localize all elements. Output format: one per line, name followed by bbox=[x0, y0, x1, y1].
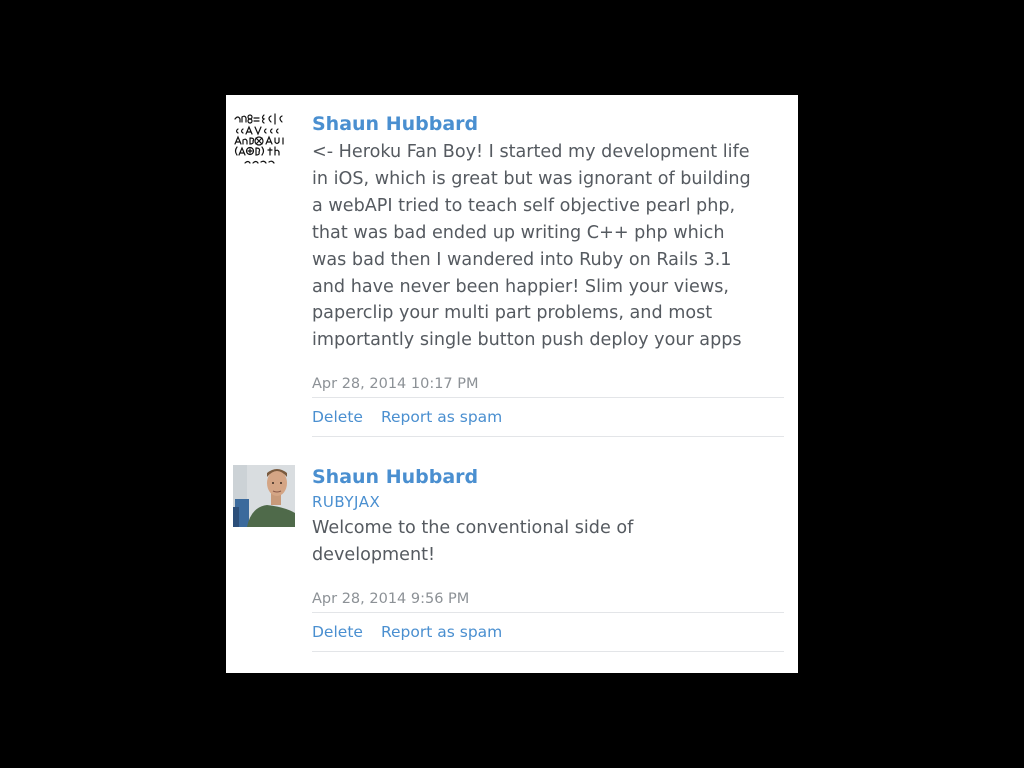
avatar[interactable] bbox=[233, 465, 295, 527]
comment-actions: Delete Report as spam bbox=[312, 613, 784, 651]
comment-text: Welcome to the conventional side of deve… bbox=[312, 518, 634, 565]
photo-avatar-icon bbox=[233, 465, 295, 527]
delete-link[interactable]: Delete bbox=[312, 408, 363, 426]
comment-text: <- Heroku Fan Boy! I started my developm… bbox=[312, 142, 751, 351]
report-spam-link[interactable]: Report as spam bbox=[381, 623, 502, 641]
comment-timestamp: Apr 28, 2014 9:56 PM bbox=[312, 590, 470, 607]
comment-body: Shaun Hubbard RUBYJAX Welcome to the con… bbox=[312, 464, 784, 652]
report-spam-link[interactable]: Report as spam bbox=[381, 408, 502, 426]
author-name[interactable]: Shaun Hubbard bbox=[312, 464, 784, 490]
comment-timestamp: Apr 28, 2014 10:17 PM bbox=[312, 376, 479, 393]
author-tagline[interactable]: RUBYJAX bbox=[312, 492, 784, 512]
delete-link[interactable]: Delete bbox=[312, 623, 363, 641]
avatar[interactable] bbox=[233, 111, 295, 173]
author-name[interactable]: Shaun Hubbard bbox=[312, 111, 784, 137]
comment-actions: Delete Report as spam bbox=[312, 398, 784, 436]
divider bbox=[312, 436, 784, 438]
handwritten-math-avatar-icon bbox=[233, 111, 295, 173]
comments-panel: Shaun Hubbard <- Heroku Fan Boy! I start… bbox=[226, 95, 798, 673]
divider bbox=[312, 650, 784, 652]
comment-body: Shaun Hubbard <- Heroku Fan Boy! I start… bbox=[312, 111, 784, 438]
